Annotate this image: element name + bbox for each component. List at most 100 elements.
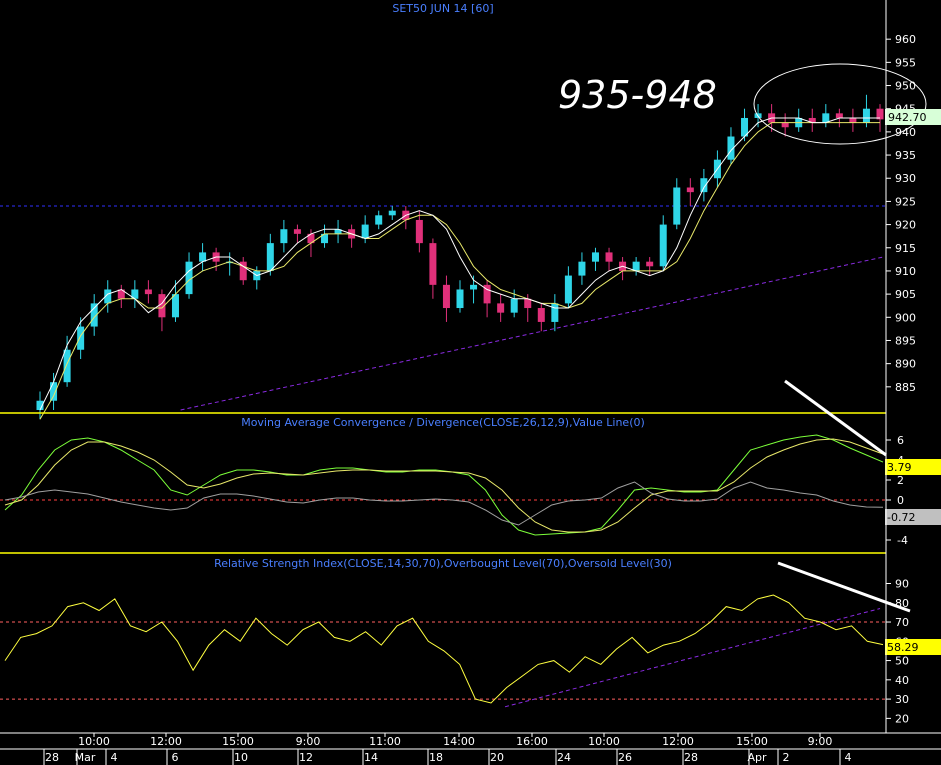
date-label: 14 bbox=[364, 751, 378, 764]
candle-body bbox=[361, 224, 369, 239]
candle-body bbox=[862, 108, 870, 123]
candle-body bbox=[199, 252, 207, 262]
candle-body bbox=[673, 187, 681, 225]
rsi-panel[interactable]: Relative Strength Index(CLOSE,14,30,70),… bbox=[0, 557, 941, 725]
candle-body bbox=[659, 224, 667, 267]
macd-lines bbox=[0, 434, 886, 536]
price-tick-label: 905 bbox=[895, 288, 916, 301]
date-label: 6 bbox=[172, 751, 179, 764]
candle-body bbox=[171, 294, 179, 318]
price-tick-label: 900 bbox=[895, 311, 916, 324]
macd-hist-value: -0.72 bbox=[887, 511, 915, 524]
candle-body bbox=[781, 122, 789, 128]
candle-body bbox=[551, 303, 559, 322]
price-chart-title: SET50 JUN 14 [60] bbox=[392, 2, 493, 15]
macd-title: Moving Average Convergence / Divergence(… bbox=[241, 416, 645, 429]
rsi-tick-label: 90 bbox=[895, 577, 909, 590]
rsi-tick-label: 70 bbox=[895, 616, 909, 629]
price-tick-label: 940 bbox=[895, 126, 916, 139]
date-label: 20 bbox=[490, 751, 504, 764]
candle-body bbox=[578, 261, 586, 276]
date-label: 4 bbox=[111, 751, 118, 764]
rsi-tick-label: 50 bbox=[895, 655, 909, 668]
candle-body bbox=[280, 229, 288, 244]
macd-signal-line bbox=[4, 438, 884, 533]
price-tick-label: 930 bbox=[895, 172, 916, 185]
candle-body bbox=[470, 284, 478, 290]
candle-body bbox=[686, 187, 694, 193]
price-tick-label: 910 bbox=[895, 265, 916, 278]
macd-value-badge: 3.79 bbox=[885, 459, 941, 475]
rsi-title: Relative Strength Index(CLOSE,14,30,70),… bbox=[214, 557, 672, 570]
date-label: 4 bbox=[845, 751, 852, 764]
rsi-tick-label: 40 bbox=[895, 674, 909, 687]
macd-tick-label: 0 bbox=[897, 494, 904, 507]
candle-body bbox=[442, 284, 450, 309]
candle-body bbox=[646, 261, 654, 267]
candle-body bbox=[456, 289, 464, 309]
rsi-line bbox=[4, 594, 884, 704]
macd-hist-badge: -0.72 bbox=[885, 509, 941, 525]
last-price-value: 942.70 bbox=[888, 111, 927, 124]
date-label: 26 bbox=[618, 751, 632, 764]
time-axis: 10:00 12:00 15:00 9:00 11:00 14:00 16:00 10:00 1… bbox=[0, 732, 941, 765]
price-trendline bbox=[180, 256, 884, 411]
candle-body bbox=[537, 308, 545, 322]
macd-tick-label: 6 bbox=[897, 434, 904, 447]
macd-y-axis: -4-20246 bbox=[886, 434, 908, 547]
rsi-value-badge: 58.29 bbox=[885, 639, 941, 655]
candle-body bbox=[415, 219, 423, 244]
candle-body bbox=[849, 117, 857, 123]
macd-tick-label: 2 bbox=[897, 474, 904, 487]
candle-body bbox=[429, 243, 437, 285]
price-y-axis: 8858908959009059109159209259309359409459… bbox=[886, 33, 916, 394]
chart-stage: SET50 JUN 14 [60] 8858908959009059109159… bbox=[0, 0, 941, 765]
candle-body bbox=[50, 382, 58, 401]
date-label: 28 bbox=[684, 751, 698, 764]
macd-panel[interactable]: Moving Average Convergence / Divergence(… bbox=[0, 379, 941, 547]
last-price-badge: 942.70 bbox=[885, 109, 941, 125]
range-annotation: 935-948 bbox=[558, 73, 717, 117]
candle-body bbox=[63, 349, 71, 383]
price-tick-label: 915 bbox=[895, 242, 916, 255]
date-label: 24 bbox=[557, 751, 571, 764]
candle-body bbox=[700, 178, 708, 193]
price-tick-label: 955 bbox=[895, 56, 916, 69]
rsi-tick-label: 20 bbox=[895, 712, 909, 725]
ma-fast-line bbox=[39, 117, 880, 411]
candle-body bbox=[388, 210, 396, 216]
candle-body bbox=[835, 113, 843, 118]
rsi-lines bbox=[0, 594, 886, 708]
date-label: Mar bbox=[75, 751, 96, 764]
macd-value: 3.79 bbox=[887, 461, 912, 474]
candle-body bbox=[185, 261, 193, 295]
price-tick-label: 950 bbox=[895, 80, 916, 93]
candle-body bbox=[591, 252, 599, 262]
candle-body bbox=[564, 275, 572, 304]
rsi-trend-arrow bbox=[777, 561, 911, 613]
price-tick-label: 960 bbox=[895, 33, 916, 46]
date-label: 12 bbox=[299, 751, 313, 764]
date-label: 2 bbox=[783, 751, 790, 764]
price-tick-label: 920 bbox=[895, 219, 916, 232]
candle-body bbox=[266, 243, 274, 271]
rsi-tick-label: 30 bbox=[895, 693, 909, 706]
ma-slow-line bbox=[39, 122, 880, 420]
date-label: 28 bbox=[45, 751, 59, 764]
price-panel[interactable]: SET50 JUN 14 [60] 885 890 895 900 905 910 915 9… bbox=[0, 2, 941, 420]
rsi-value: 58.29 bbox=[887, 641, 919, 654]
macd-line bbox=[4, 434, 884, 536]
date-label: 18 bbox=[429, 751, 443, 764]
macd-histogram-line bbox=[4, 481, 884, 526]
candle-body bbox=[293, 229, 301, 234]
date-label: Apr bbox=[747, 751, 767, 764]
candle-body bbox=[510, 298, 518, 313]
candle-body bbox=[822, 113, 830, 123]
date-label: 10 bbox=[234, 751, 248, 764]
price-tick-label: 935 bbox=[895, 149, 916, 162]
price-tick-label: 895 bbox=[895, 334, 916, 347]
price-tick-label: 885 bbox=[895, 381, 916, 394]
candle-body bbox=[605, 252, 613, 262]
price-tick-label: 925 bbox=[895, 195, 916, 208]
candle-body bbox=[144, 289, 152, 295]
